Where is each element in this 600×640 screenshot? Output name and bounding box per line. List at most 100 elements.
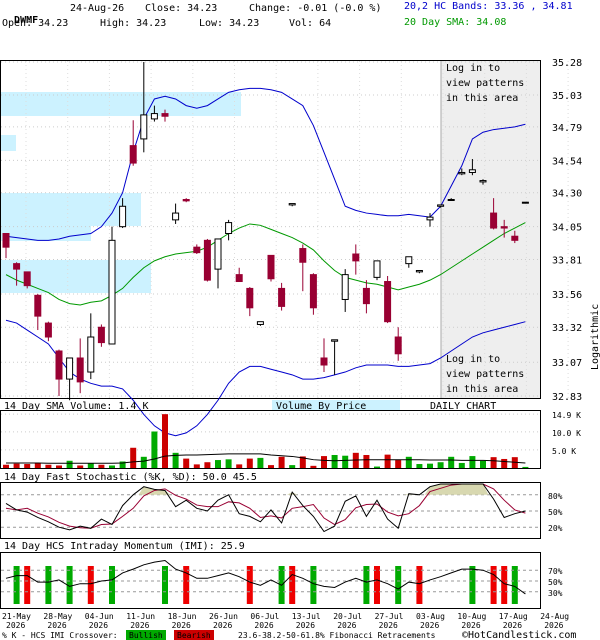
volume-title: 14 Day SMA Volume: 1.4 K xyxy=(4,401,149,412)
candle-body xyxy=(458,171,466,175)
x-tick-date: 24-Aug xyxy=(540,612,569,621)
price-tick-label: 34.05 xyxy=(552,223,582,234)
imi-tick-label: 30% xyxy=(548,589,563,598)
candle-body xyxy=(468,169,476,173)
candle-body xyxy=(511,235,519,241)
candle-body xyxy=(373,260,381,278)
volume-bar xyxy=(204,462,211,468)
chart-canvas: 35.28 35.03 34.79 34.54 34.30 34.05 33.81 33.56… xyxy=(0,58,600,640)
volume-bar xyxy=(225,459,232,468)
imi-bearish-bar xyxy=(374,566,380,604)
x-tick-year: 2026 xyxy=(461,621,480,630)
volume-bar xyxy=(268,465,274,468)
volume-bar xyxy=(310,465,317,468)
volume-bar xyxy=(289,465,296,468)
pattern-overlay-line-2: view patterns xyxy=(446,78,524,89)
candle-body xyxy=(66,357,74,380)
candle-body xyxy=(140,114,148,140)
volume-bar xyxy=(162,414,168,468)
candle-body xyxy=(23,271,31,287)
volume-bar xyxy=(501,458,508,468)
x-tick-year: 2026 xyxy=(544,621,563,630)
volume-tick-label: 10.0 K xyxy=(552,429,581,438)
volume-by-price-bar xyxy=(1,260,151,293)
candle-body xyxy=(119,205,127,228)
fibonacci-legend: 23.6-38.2-50-61.8% Fibonacci Retracement… xyxy=(238,631,436,640)
stoch-tick-label: 50% xyxy=(548,508,563,517)
candle-body xyxy=(235,274,243,283)
volume-bar xyxy=(45,464,52,468)
pattern-overlay-line-1: Log in to xyxy=(446,63,500,74)
candle-body xyxy=(479,180,487,183)
stoch-tick-label: 80% xyxy=(548,492,563,501)
candle-body xyxy=(44,322,52,338)
pattern-overlay-line-6: in this area xyxy=(446,384,518,395)
volume-bar xyxy=(490,457,497,468)
volume-bar xyxy=(416,464,423,468)
candle-body xyxy=(331,339,339,342)
candle-body xyxy=(203,239,211,281)
candle-body xyxy=(13,263,21,270)
imi-bearish-bar xyxy=(24,566,31,604)
candle-body xyxy=(490,212,498,229)
candle-body xyxy=(2,232,10,248)
volume-bar xyxy=(140,456,147,468)
volume-bar xyxy=(437,462,444,468)
volume-bar xyxy=(193,464,200,468)
x-tick-year: 2026 xyxy=(296,621,315,630)
imi-bearish-bar xyxy=(416,566,423,604)
candle-body xyxy=(87,336,95,373)
volume-panel xyxy=(0,410,541,469)
imi-bearish-bar xyxy=(289,566,296,604)
candle-body xyxy=(299,248,307,263)
volume-bar xyxy=(215,460,221,468)
x-tick-year: 2026 xyxy=(172,621,191,630)
price-tick-label: 33.32 xyxy=(552,323,582,334)
x-tick-date: 17-Aug xyxy=(499,612,528,621)
price-tick-label: 34.54 xyxy=(552,156,582,167)
candle-body xyxy=(246,287,254,309)
candle-body xyxy=(108,239,116,345)
candle-body xyxy=(341,274,349,300)
x-tick-date: 04-Jun xyxy=(85,612,114,621)
candle-body xyxy=(55,350,63,380)
price-tick-label: 33.81 xyxy=(552,256,582,267)
y-axis-label: Logarithmic xyxy=(590,304,600,370)
volume-bar xyxy=(384,454,391,468)
x-tick-year: 2026 xyxy=(503,621,522,630)
volume-tick-label: 14.9 K xyxy=(552,411,581,420)
stoch-tick-label: 20% xyxy=(548,524,563,533)
candle-body xyxy=(394,336,402,355)
imi-tick-label: 50% xyxy=(548,578,563,587)
imi-bearish-bar xyxy=(87,566,94,604)
imi-line xyxy=(5,559,526,595)
volume-by-price-bar xyxy=(1,226,91,241)
volume-bar xyxy=(130,447,137,468)
x-tick-year: 2026 xyxy=(130,621,149,630)
volume-bar xyxy=(321,456,327,468)
candle-body xyxy=(437,204,445,207)
x-tick-date: 10-Aug xyxy=(457,612,486,621)
pattern-overlay-line-5: view patterns xyxy=(446,369,524,380)
volume-bar xyxy=(109,465,115,468)
volume-bar xyxy=(427,463,433,468)
volume-bar xyxy=(87,463,94,468)
daily-chart-caption: DAILY CHART xyxy=(430,401,496,412)
x-tick-date: 21-May xyxy=(2,612,31,621)
imi-bearish-bar xyxy=(246,566,253,604)
price-tick-label: 35.28 xyxy=(552,58,582,69)
candle-body xyxy=(161,113,169,117)
volume-bar xyxy=(257,457,264,468)
x-tick-date: 27-Jul xyxy=(375,612,404,621)
volume-bar xyxy=(151,431,158,468)
candle-body xyxy=(320,357,328,366)
imi-bullish-bar xyxy=(469,566,476,604)
imi-bullish-bar xyxy=(310,566,317,604)
imi-bullish-bar xyxy=(395,566,402,604)
candle-body xyxy=(182,198,190,202)
volume-bar xyxy=(13,463,20,468)
volume-bar xyxy=(342,455,349,468)
candle-body xyxy=(362,287,370,305)
x-tick-year: 2026 xyxy=(337,621,356,630)
volume-bar xyxy=(363,454,370,468)
